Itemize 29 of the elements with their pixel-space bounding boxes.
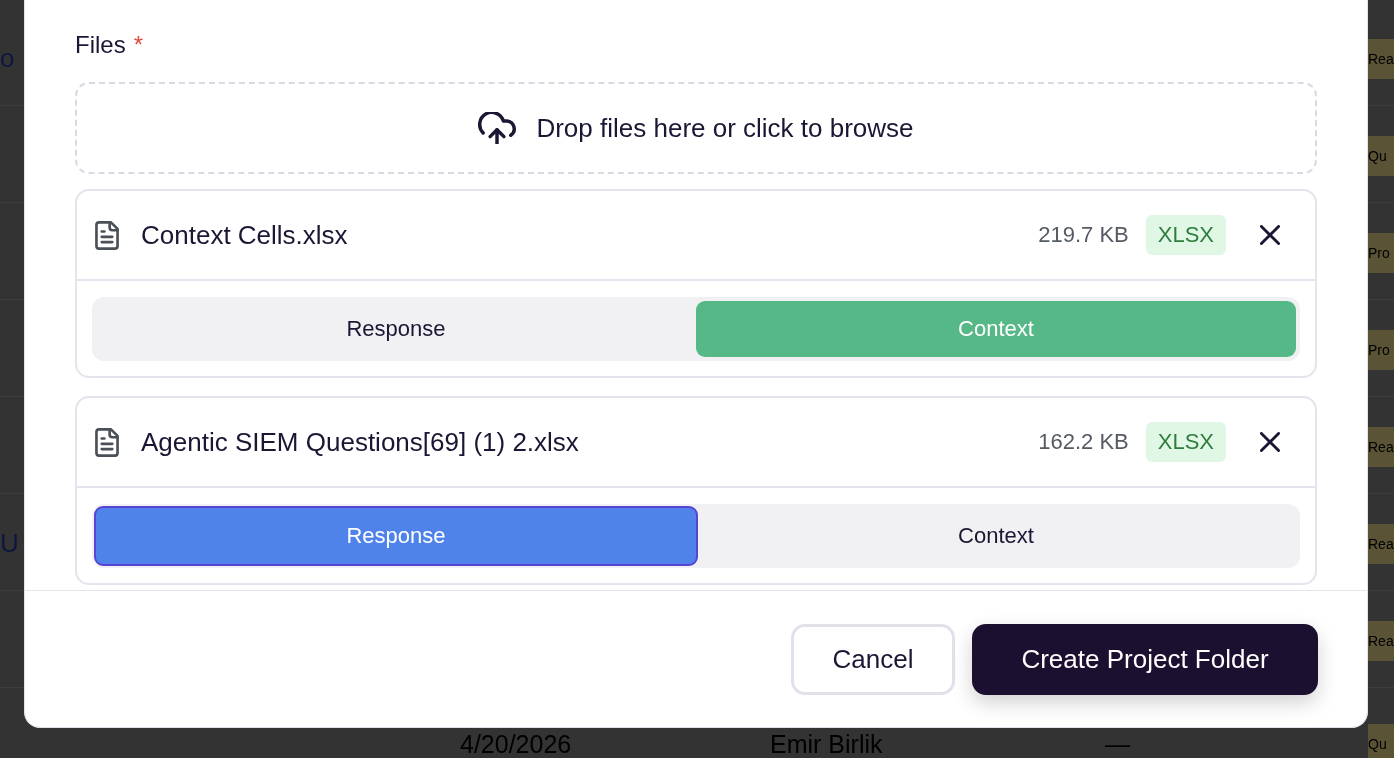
file-name: Context Cells.xlsx [141,219,348,251]
table-badge: Rea [1368,524,1394,564]
file-size: 219.7 KB [1038,222,1129,248]
file-icon [95,220,119,250]
file-dropzone[interactable]: Drop files here or click to browse [75,82,1317,174]
table-badge: Pro [1368,233,1394,273]
file-type-badge: XLSX [1145,215,1226,255]
file-type-badge: XLSX [1145,422,1226,462]
field-label: Files [75,30,126,60]
close-icon [1260,225,1280,245]
required-asterisk: * [133,30,143,60]
cancel-button[interactable]: Cancel [791,624,955,695]
toggle-option[interactable]: Response [94,506,698,566]
remove-button[interactable] [1257,222,1283,248]
close-icon [1260,432,1280,452]
toggle-option[interactable]: Context [696,508,1296,564]
remove-button[interactable] [1257,429,1283,455]
table-badge: Pro [1368,330,1394,370]
create-button[interactable]: Create Project Folder [972,624,1318,695]
file-size: 162.2 KB [1038,429,1129,455]
table-cell: — [1105,732,1130,757]
table-badge: Rea [1368,621,1394,661]
table-badge: Rea [1368,39,1394,79]
table-badge: Rea [1368,427,1394,467]
table-badge: Qu [1368,136,1394,176]
cloud-upload-icon [478,112,517,144]
file-icon [95,427,119,457]
file-name: Agentic SIEM Questions[69] (1) 2.xlsx [141,426,579,458]
table-badge: Qu [1368,724,1394,758]
